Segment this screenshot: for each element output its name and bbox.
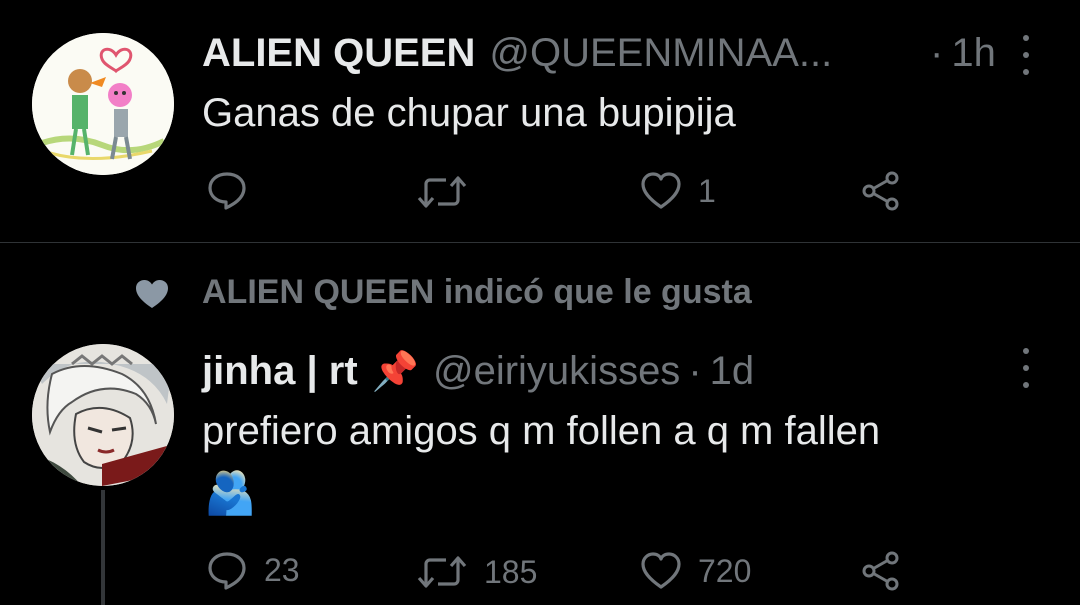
retweet-button[interactable]: 185: [416, 552, 537, 592]
social-context-text: ALIEN QUEEN indicó que le gusta: [202, 273, 752, 311]
avatar[interactable]: [32, 344, 174, 486]
tweet-text: Ganas de chupar una bupipija: [202, 91, 736, 135]
display-name[interactable]: ALIEN QUEEN: [202, 30, 475, 76]
more-options-icon[interactable]: [1016, 35, 1036, 75]
retweet-count: 185: [484, 553, 538, 590]
reply-button[interactable]: 23: [206, 550, 300, 590]
tweet-divider: [0, 242, 1080, 243]
user-handle[interactable]: @eiriyukisses: [433, 348, 680, 394]
share-button[interactable]: [860, 550, 918, 592]
reply-button[interactable]: [206, 170, 264, 210]
tweet-1[interactable]: ALIEN QUEEN @QUEENMINAA... · 1h Ganas de…: [0, 0, 1080, 242]
tweet-header: jinha | rt 📌 @eiriyukisses · 1d: [202, 348, 754, 395]
tweet-2[interactable]: jinha | rt 📌 @eiriyukisses · 1d prefiero…: [0, 330, 1080, 605]
share-icon: [862, 171, 899, 211]
user-handle[interactable]: @QUEENMINAA...: [489, 30, 832, 76]
pushpin-emoji: 📌: [371, 351, 419, 393]
retweet-icon: [417, 556, 467, 588]
like-button[interactable]: 720: [640, 552, 751, 590]
avatar-illustration: [32, 344, 174, 486]
hug-emoji: 🫂: [204, 469, 257, 516]
tweet-header: ALIEN QUEEN @QUEENMINAA...: [202, 30, 832, 76]
tweet-timestamp: · 1h: [922, 30, 996, 76]
separator-dot: ·: [688, 349, 702, 393]
share-button[interactable]: [860, 170, 918, 212]
reply-icon: [208, 552, 246, 590]
display-name[interactable]: jinha | rt: [202, 348, 358, 394]
heart-icon: [136, 280, 168, 308]
more-options-icon[interactable]: [1016, 348, 1036, 388]
timestamp[interactable]: 1h: [951, 30, 996, 76]
tweet-text: prefiero amigos q m follen a q m fallen: [202, 409, 881, 453]
social-context[interactable]: ALIEN QUEEN indicó que le gusta: [0, 268, 1080, 316]
retweet-icon: [417, 176, 467, 208]
heart-icon: [641, 172, 681, 209]
separator-dot: ·: [930, 31, 944, 75]
thread-connector-line: [101, 490, 105, 605]
share-icon: [862, 551, 899, 591]
retweet-button[interactable]: [416, 172, 484, 212]
heart-icon: [641, 552, 681, 589]
like-count: 1: [698, 172, 716, 209]
like-button[interactable]: 1: [640, 172, 716, 210]
reply-icon: [208, 172, 246, 210]
like-count: 720: [698, 552, 752, 589]
avatar-drawing: [32, 33, 174, 175]
reply-count: 23: [264, 551, 300, 588]
avatar[interactable]: [32, 33, 174, 175]
timestamp[interactable]: 1d: [710, 348, 755, 394]
